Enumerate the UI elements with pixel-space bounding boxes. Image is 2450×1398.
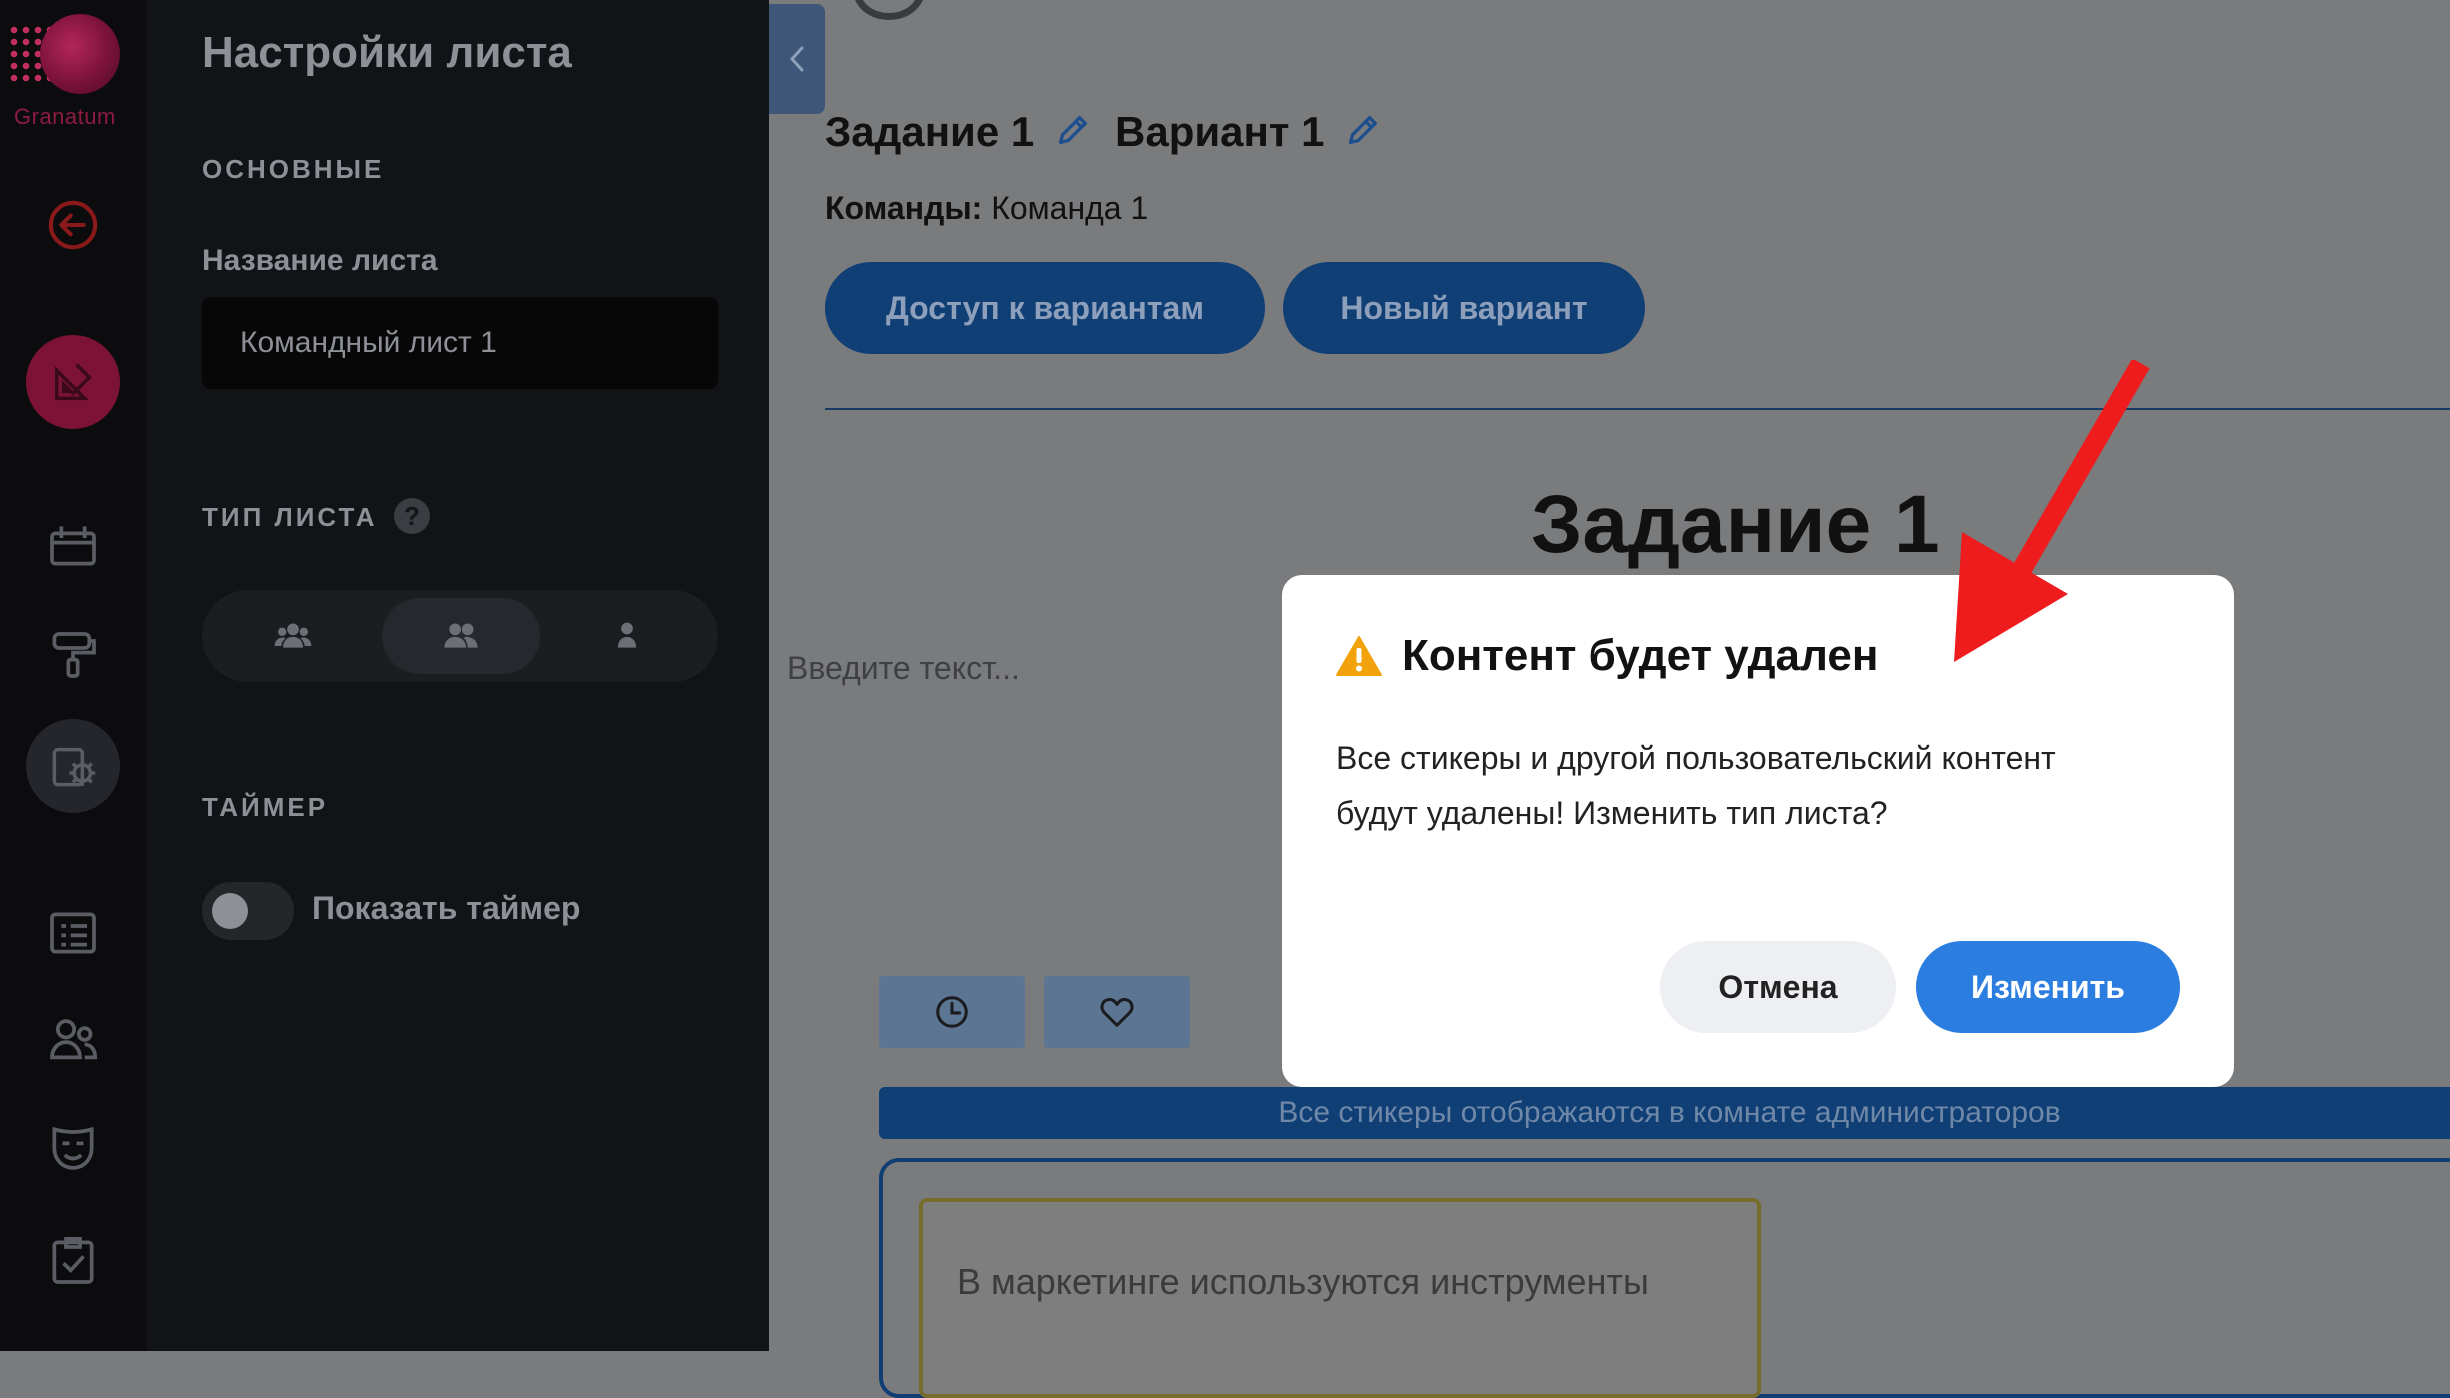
single-user-icon[interactable]: [548, 598, 706, 674]
teams-line: Команды: Команда 1: [825, 190, 1148, 227]
section-basic-heading: ОСНОВНЫЕ: [202, 154, 385, 184]
back-arrow-icon[interactable]: [26, 178, 120, 272]
variant-title: Вариант 1: [1115, 108, 1325, 155]
heart-icon: [1100, 997, 1134, 1027]
timer-button[interactable]: [879, 976, 1025, 1048]
sheet-type-selector: [202, 590, 718, 682]
timer-toggle[interactable]: [202, 882, 294, 940]
logo-mark: [40, 14, 120, 94]
sticker-card[interactable]: В маркетинге используются инструменты: [919, 1198, 1761, 1398]
teams-value: Команда 1: [991, 190, 1149, 226]
list-icon[interactable]: [26, 886, 120, 980]
users-icon[interactable]: [26, 994, 120, 1088]
dialog-title: Контент будет удален: [1402, 631, 1879, 680]
variant-access-button[interactable]: Доступ к вариантам: [825, 262, 1265, 354]
icon-rail: Granatum: [0, 0, 146, 1351]
like-button[interactable]: [1044, 976, 1190, 1048]
settings-gear-icon[interactable]: [26, 719, 120, 813]
text-input-placeholder[interactable]: Введите текст...: [787, 650, 1020, 687]
edit-task-pencil-icon[interactable]: [1053, 112, 1091, 150]
chevron-left-icon: [789, 46, 804, 72]
cancel-button[interactable]: Отмена: [1660, 941, 1896, 1033]
task-heading: Задание 1: [1531, 479, 1940, 570]
timer-toggle-label: Показать таймер: [312, 890, 581, 926]
clock-icon: [936, 996, 968, 1028]
geometry-tools-icon[interactable]: [26, 335, 120, 429]
sheet-name-label: Название листа: [202, 244, 438, 277]
sheet-name-input[interactable]: [202, 297, 718, 389]
toggle-knob: [212, 893, 248, 929]
admin-notice-bar: Все стикеры отображаются в комнате админ…: [879, 1087, 2450, 1139]
section-timer-heading: ТАЙМЕР: [202, 792, 329, 822]
annotation-arrow: [1954, 360, 2150, 662]
collapse-panel-button[interactable]: [769, 4, 825, 114]
checklist-icon[interactable]: [26, 1214, 120, 1308]
edit-variant-pencil-icon[interactable]: [1343, 112, 1381, 150]
section-type-heading: ТИП ЛИСТА: [202, 502, 378, 532]
panel-title: Настройки листа: [202, 28, 572, 77]
theater-mask-icon[interactable]: [26, 1101, 120, 1195]
granatum-logo[interactable]: Granatum: [8, 10, 136, 130]
warning-icon: [1336, 636, 1382, 676]
task-title: Задание 1: [825, 108, 1035, 155]
help-icon[interactable]: ?: [394, 498, 430, 534]
dialog-message: Все стикеры и другой пользовательский ко…: [1336, 740, 2056, 831]
divider: [825, 408, 2450, 410]
teams-prefix: Команды:: [825, 190, 983, 226]
new-variant-button[interactable]: Новый вариант: [1283, 262, 1645, 354]
sheet-settings-panel: Настройки листа ОСНОВНЫЕ Название листа …: [146, 0, 769, 1351]
top-circle-icon[interactable]: [853, 0, 925, 20]
paint-roller-icon[interactable]: [26, 608, 120, 702]
team-icon[interactable]: [382, 598, 540, 674]
confirm-change-button[interactable]: Изменить: [1916, 941, 2180, 1033]
group-icon[interactable]: [214, 598, 372, 674]
logo-text: Granatum: [14, 104, 116, 129]
calendar-icon[interactable]: [26, 498, 120, 592]
